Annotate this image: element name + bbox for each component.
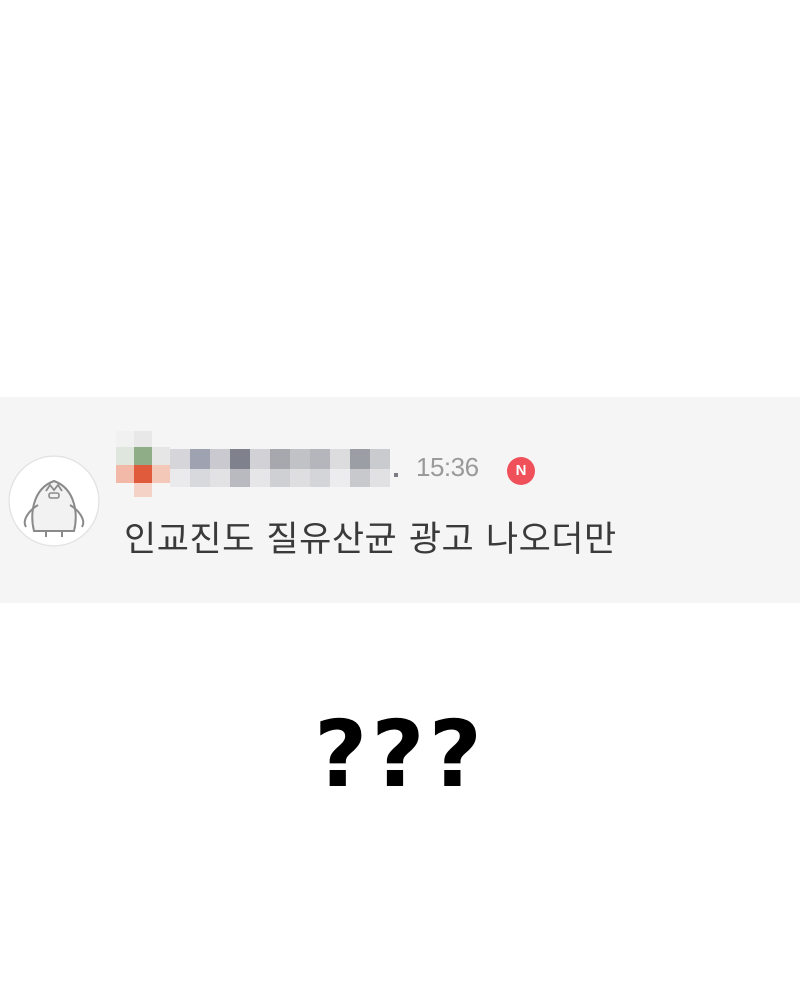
reaction-caption: ??? bbox=[313, 701, 487, 808]
pixelated-name-mosaic bbox=[116, 431, 398, 497]
comment-row: 15:36 N 인교진도 질유산균 광고 나오더만 bbox=[0, 397, 800, 603]
comment-timestamp: 15:36 bbox=[416, 452, 479, 482]
penguin-avatar-icon bbox=[8, 455, 100, 547]
user-avatar[interactable] bbox=[8, 455, 100, 547]
new-badge-icon: N bbox=[507, 457, 535, 485]
comment-text: 인교진도 질유산균 광고 나오더만 bbox=[124, 520, 617, 560]
blurred-username[interactable] bbox=[116, 431, 406, 497]
